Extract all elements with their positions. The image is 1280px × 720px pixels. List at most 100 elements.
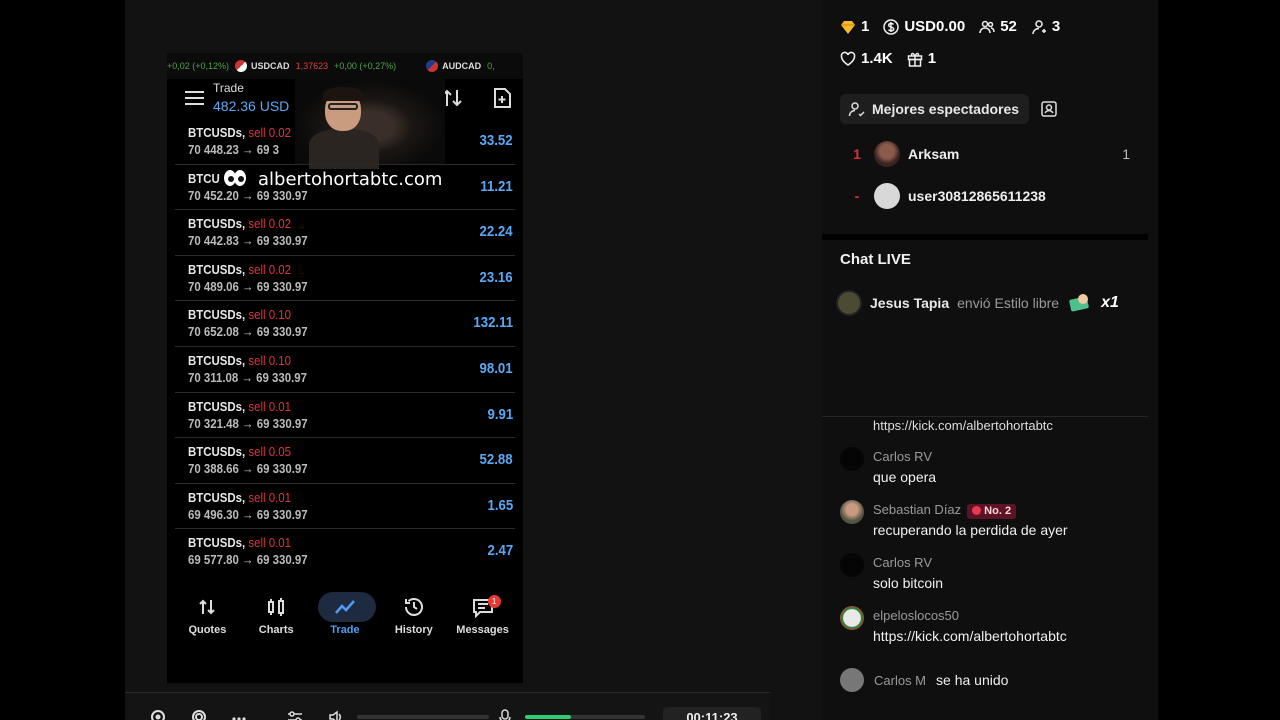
trade-side: sell 0.01 <box>248 398 292 414</box>
heart-icon <box>840 51 856 66</box>
gift-description: envió Estilo libre <box>957 295 1060 311</box>
trade-symbol: BTCUSDs, <box>188 352 246 368</box>
viewer-rank: - <box>854 188 860 204</box>
ticker-symbol-audcad: AUDCAD <box>442 61 482 71</box>
gift-icon <box>907 52 922 67</box>
trade-profit: 132.11 <box>473 314 513 332</box>
viewers-stat: 52 <box>979 18 1017 35</box>
trade-side: sell 0.05 <box>248 444 292 460</box>
trade-row[interactable]: BTCUSDs, sell 0.02 70 489.06 → 69 330.97… <box>175 256 515 302</box>
trade-symbol: BTCUSDs, <box>188 489 246 505</box>
new-order-icon[interactable] <box>491 87 513 109</box>
avatar <box>840 500 864 524</box>
chat-message-text: https://kick.com/albertohortabtc <box>873 418 1053 433</box>
messages-badge: 1 <box>487 595 501 608</box>
camera-icon[interactable] <box>191 709 207 720</box>
trade-row[interactable]: BTCUSDs, sell 0.01 69 496.30 → 69 330.97… <box>175 484 515 530</box>
join-text: se ha unido <box>936 672 1009 688</box>
trade-current-price: 69 330.97 <box>256 278 308 294</box>
menu-icon[interactable] <box>185 91 204 105</box>
join-username[interactable]: Carlos M <box>874 673 926 688</box>
chat-message: Carlos RV que opera <box>840 447 1140 487</box>
nav-trade[interactable]: Trade <box>312 588 378 648</box>
trade-row[interactable]: BTCUSDs, sell 0.01 69 577.80 → 69 330.97… <box>175 529 515 575</box>
mic-level-meter <box>525 715 645 719</box>
gift-sender[interactable]: Jesus Tapia <box>870 295 949 311</box>
price-ticker: +0,02 (+0,12%) USDCAD 1,37623 +0,00 (+0,… <box>167 53 523 79</box>
chat-message: Sebastian Díaz No. 2 recuperando la perdi… <box>840 500 1140 540</box>
nav-history[interactable]: History <box>381 588 447 648</box>
trade-side: sell 0.02 <box>248 216 292 232</box>
rank-badge: No. 2 <box>967 504 1017 519</box>
viewer-name: Arksam <box>908 146 960 162</box>
account-balance: 482.36 USD <box>213 98 290 114</box>
stats-row: 1.4K 1 <box>840 50 936 67</box>
top-viewer-row[interactable]: 1 Arksam 1 <box>840 139 1130 169</box>
nav-quotes[interactable]: Quotes <box>174 588 240 648</box>
arrow-icon: → <box>242 552 254 568</box>
trade-symbol: BTCUSDs, <box>188 261 246 277</box>
ticker-change-audcad: 0, <box>487 61 495 71</box>
trade-symbol: BTCUSDs, <box>188 444 246 460</box>
trade-open-price: 69 496.30 <box>188 506 239 522</box>
trend-icon <box>335 600 355 614</box>
gift-multiplier: x1 <box>1101 294 1119 311</box>
diamond-icon <box>841 20 855 34</box>
trade-row[interactable]: BTCUSDs, sell 0.10 70 652.08 → 69 330.97… <box>175 301 515 347</box>
chat-username[interactable]: Sebastian Díaz <box>873 502 961 517</box>
arrow-icon: → <box>242 506 254 522</box>
badge-icon <box>972 506 982 515</box>
avatar <box>840 447 864 471</box>
top-viewer-row[interactable]: - user30812865611238 <box>840 181 1130 211</box>
microphone-icon[interactable] <box>497 709 513 720</box>
chat-username[interactable]: elpeloslocos50 <box>873 608 959 623</box>
trade-symbol: BTCUSDs, <box>188 398 246 414</box>
streamer-glasses <box>328 103 358 110</box>
speaker-icon[interactable] <box>328 709 344 720</box>
followers-count: 3 <box>1051 18 1061 35</box>
mic-level-fill <box>525 715 571 719</box>
trade-row[interactable]: BTCUSDs, sell 0.02 70 448.23 → 69 3 33.5… <box>175 119 515 165</box>
trade-open-price: 70 321.48 <box>188 415 239 431</box>
viewers-count: 52 <box>1000 18 1017 35</box>
likes-stat: 1.4K <box>840 50 893 67</box>
record-icon[interactable] <box>150 709 166 720</box>
stats-row: 1 USD0.00 52 3 <box>840 18 1060 35</box>
arrow-icon: → <box>242 233 254 249</box>
arrow-icon: → <box>242 461 254 477</box>
more-icon[interactable] <box>231 709 247 720</box>
watermark-url: albertohortabtc.com <box>258 169 443 190</box>
nav-messages[interactable]: 1 Messages <box>450 588 516 648</box>
trade-profit: 98.01 <box>479 359 513 377</box>
viewer-name: user30812865611238 <box>908 188 1046 204</box>
trade-profit: 52.88 <box>479 451 513 469</box>
live-side-panel: 1 USD0.00 52 3 1.4K 1 Mejores espectador… <box>822 0 1158 720</box>
trade-symbol: BTCUSDs, <box>188 125 246 140</box>
trade-open-price: 70 388.66 <box>188 461 239 477</box>
volume-slider[interactable] <box>357 715 489 719</box>
stream-timer: 00:11:23 <box>663 707 761 720</box>
nav-label: Messages <box>456 624 509 636</box>
trade-open-price: 70 442.83 <box>188 233 239 249</box>
trade-row[interactable]: BTCUSDs, sell 0.10 70 311.08 → 69 330.97… <box>175 347 515 393</box>
arrow-icon: → <box>242 142 254 157</box>
ticker-change-1: +0,02 (+0,12%) <box>167 61 230 71</box>
usdcad-flag-icon <box>235 60 248 72</box>
likes-count: 1.4K <box>861 50 893 67</box>
chat-username[interactable]: Carlos RV <box>873 555 932 570</box>
player-controls: 00:11:23 <box>125 692 770 720</box>
ranking-icon[interactable] <box>1040 100 1058 118</box>
trade-row[interactable]: BTCUSDs, sell 0.01 70 321.48 → 69 330.97… <box>175 393 515 439</box>
top-viewers-label: Mejores espectadores <box>872 101 1020 117</box>
top-viewers-button[interactable]: Mejores espectadores <box>840 94 1030 124</box>
trade-row[interactable]: BTCUSDs, sell 0.05 70 388.66 → 69 330.97… <box>175 438 515 484</box>
chat-username[interactable]: Carlos RV <box>873 449 932 464</box>
trade-open-price: 70 489.06 <box>188 278 239 294</box>
settings-sliders-icon[interactable] <box>287 709 303 720</box>
ticker-change-usdcad: +0,00 (+0,27%) <box>334 61 397 71</box>
trade-side: sell 0.02 <box>248 125 292 140</box>
nav-charts[interactable]: Charts <box>243 588 309 648</box>
trade-row[interactable]: BTCUSDs, sell 0.02 70 442.83 → 69 330.97… <box>175 210 515 256</box>
gift-sticker-icon <box>1069 294 1089 312</box>
user-add-icon <box>1032 19 1046 34</box>
